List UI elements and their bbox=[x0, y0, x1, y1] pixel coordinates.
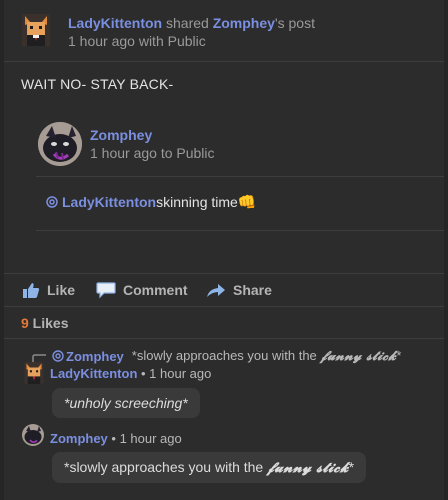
reply-ref-author[interactable]: Zomphey bbox=[66, 349, 124, 364]
comment-label: Comment bbox=[123, 282, 188, 298]
speech-bubble-icon bbox=[96, 282, 116, 299]
shared-post-text: skinning time bbox=[156, 194, 238, 210]
shared-verb: shared bbox=[162, 15, 213, 31]
mention-at-icon bbox=[46, 196, 58, 208]
likes-number: 9 bbox=[21, 315, 29, 331]
dragon-avatar-icon bbox=[22, 424, 44, 446]
post-header: LadyKittenton shared Zomphey's post 1 ho… bbox=[22, 14, 442, 54]
mention-at-icon bbox=[52, 350, 64, 362]
comment-text: *unholy screeching* bbox=[64, 395, 188, 411]
post-card: LadyKittenton shared Zomphey's post 1 ho… bbox=[4, 0, 444, 500]
comment-text: *slowly approaches you with the 𝓯𝓾𝓷𝓷𝔂 𝓼𝓽… bbox=[64, 459, 355, 476]
post-suffix: 's post bbox=[274, 15, 315, 31]
shared-post[interactable]: Zomphey 1 hour ago to Public LadyKittent… bbox=[32, 110, 444, 232]
comment-meta: LadyKittenton • 1 hour ago bbox=[50, 366, 211, 381]
like-button[interactable]: Like bbox=[22, 281, 75, 299]
share-button[interactable]: Share bbox=[206, 281, 272, 299]
comment-meta: Zomphey • 1 hour ago bbox=[50, 431, 182, 446]
share-summary: LadyKittenton shared Zomphey's post bbox=[68, 15, 315, 31]
comments-section: Zomphey *slowly approaches you with the … bbox=[4, 338, 444, 500]
likes-count[interactable]: 9 Likes bbox=[21, 315, 69, 331]
shared-author-avatar[interactable] bbox=[38, 122, 82, 166]
commenter-avatar-ladykittenton[interactable] bbox=[24, 362, 44, 384]
comment-bubble: *unholy screeching* bbox=[52, 388, 200, 418]
shared-divider-top bbox=[36, 176, 444, 177]
header-divider bbox=[4, 61, 444, 62]
comment-author-link[interactable]: LadyKittenton bbox=[50, 366, 137, 381]
original-author-link[interactable]: Zomphey bbox=[213, 15, 275, 31]
reply-ref-text: *slowly approaches you with the 𝓯𝓾𝓷𝓷𝔂 𝓼𝓽… bbox=[131, 348, 402, 364]
cat-avatar-icon bbox=[24, 362, 44, 384]
mention-link[interactable]: LadyKittenton bbox=[62, 194, 156, 210]
comment-button[interactable]: Comment bbox=[96, 281, 188, 299]
share-arrow-icon bbox=[207, 284, 225, 297]
shared-post-body: LadyKittenton skinning time 👊 bbox=[46, 193, 257, 211]
fist-emoji-icon: 👊 bbox=[237, 194, 257, 211]
cat-avatar-icon bbox=[22, 14, 50, 46]
post-text: WAIT NO- STAY BACK- bbox=[21, 76, 174, 92]
shared-post-timestamp[interactable]: 1 hour ago to Public bbox=[90, 145, 215, 161]
share-label: Share bbox=[233, 282, 272, 298]
comment-author-link[interactable]: Zomphey bbox=[50, 431, 108, 446]
actions-divider-top bbox=[4, 273, 444, 274]
dragon-avatar-icon bbox=[38, 122, 82, 166]
author-link[interactable]: LadyKittenton bbox=[68, 15, 162, 31]
actions-divider-bottom bbox=[4, 306, 444, 307]
post-timestamp[interactable]: 1 hour ago with Public bbox=[68, 33, 206, 49]
shared-author-link[interactable]: Zomphey bbox=[90, 127, 152, 143]
commenter-avatar-zomphey[interactable] bbox=[22, 424, 44, 446]
likes-label: Likes bbox=[28, 315, 69, 331]
shared-divider-bottom bbox=[36, 230, 444, 231]
post-actions: Like Comment Share bbox=[4, 276, 444, 306]
like-label: Like bbox=[47, 282, 76, 298]
comment-bubble: *slowly approaches you with the 𝓯𝓾𝓷𝓷𝔂 𝓼𝓽… bbox=[52, 452, 367, 483]
reply-reference[interactable]: Zomphey *slowly approaches you with the … bbox=[52, 348, 401, 364]
author-avatar[interactable] bbox=[22, 14, 50, 46]
comment-time[interactable]: • 1 hour ago bbox=[108, 431, 181, 446]
comment-time[interactable]: • 1 hour ago bbox=[137, 366, 211, 381]
thumbs-up-icon bbox=[23, 283, 40, 298]
